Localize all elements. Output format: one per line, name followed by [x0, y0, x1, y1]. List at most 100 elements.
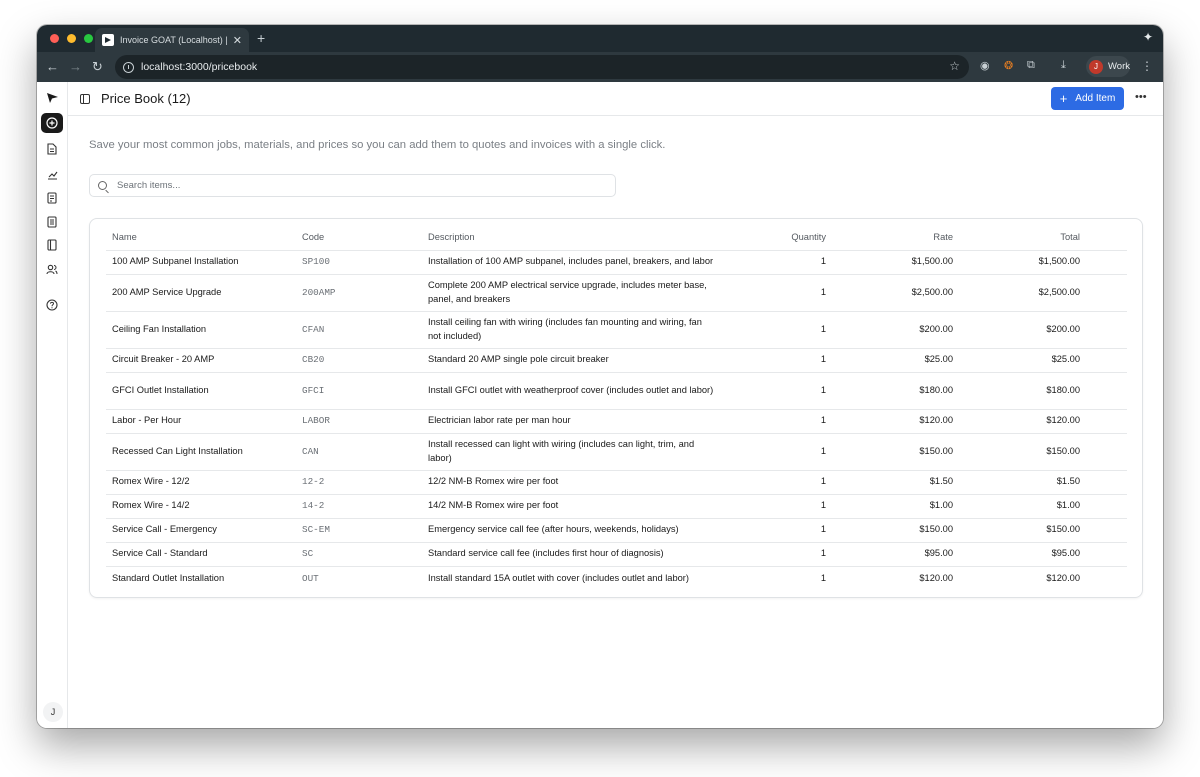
extensions-puzzle-icon[interactable]: ⧉ [1027, 59, 1035, 72]
cell-quantity: 1 [820, 572, 826, 583]
cell-description: Complete 200 AMP electrical service upgr… [422, 274, 722, 312]
cell-name: GFCI Outlet Installation [106, 372, 296, 410]
cell-quantity: 1 [722, 494, 832, 519]
page-title: Price Book (12) [101, 91, 191, 106]
cell-description: Standard service call fee (includes firs… [422, 542, 722, 567]
search-box[interactable] [89, 174, 616, 197]
site-info-icon[interactable] [123, 61, 134, 73]
cell-code: CFAN [296, 311, 422, 349]
add-item-label: Add Item [1075, 93, 1116, 104]
table-row[interactable]: Ceiling Fan Installation CFAN Install ce… [106, 311, 1127, 349]
cell-code: CB20 [296, 348, 422, 373]
new-tab-icon[interactable]: + [257, 30, 265, 46]
header-total[interactable]: Total [959, 225, 1086, 251]
app-favicon-icon [102, 34, 114, 46]
table-row[interactable]: 200 AMP Service Upgrade 200AMP Complete … [106, 274, 1127, 312]
cell-name: Circuit Breaker - 20 AMP [106, 348, 296, 373]
cell-total: $150.00 [959, 433, 1086, 471]
app-logo-icon[interactable] [41, 88, 63, 108]
download-icon[interactable]: ⤓ [1061, 59, 1066, 72]
address-bar[interactable]: localhost:3000/pricebook ☆ [115, 55, 969, 79]
cell-rate: $180.00 [832, 372, 959, 410]
tab-title: Invoice GOAT (Localhost) | W [120, 35, 228, 45]
browser-menu-icon[interactable]: ⋮ [1141, 59, 1153, 73]
close-window-button[interactable] [50, 34, 59, 43]
profile-avatar: J [1089, 59, 1103, 74]
plus-icon: + [1059, 91, 1068, 106]
table-row[interactable]: Labor - Per Hour LABOR Electrician labor… [106, 409, 1127, 434]
invoice-icon[interactable] [41, 188, 63, 208]
user-avatar[interactable]: J [43, 702, 63, 722]
table-row[interactable]: Service Call - Emergency SC-EM Emergency… [106, 518, 1127, 543]
table-row[interactable]: Service Call - Standard SC Standard serv… [106, 542, 1127, 567]
sidebar-toggle-icon[interactable] [80, 94, 90, 104]
cell-description: Emergency service call fee (after hours,… [422, 518, 722, 543]
cell-name: Romex Wire - 14/2 [106, 494, 296, 519]
cell-quantity: 1 [722, 311, 832, 349]
intro-text: Save your most common jobs, materials, a… [89, 139, 666, 151]
bookmark-star-icon[interactable]: ☆ [949, 59, 960, 73]
table-header-row: Name Code Description Quantity Rate Tota… [106, 225, 1127, 251]
profile-chip[interactable]: J Work [1086, 56, 1130, 77]
maximize-window-button[interactable] [84, 34, 93, 43]
browser-window: Invoice GOAT (Localhost) | W ✕ + ✦ ← → ↻… [37, 25, 1163, 728]
header-code[interactable]: Code [296, 225, 422, 251]
document-icon[interactable] [41, 139, 63, 159]
cookie-extension-icon[interactable]: ❂ [1004, 59, 1013, 72]
url-text: localhost:3000/pricebook [141, 61, 258, 73]
cell-code: OUT [302, 572, 319, 584]
cell-name: Service Call - Emergency [106, 518, 296, 543]
book-icon[interactable] [41, 235, 63, 255]
cell-total: $150.00 [959, 518, 1086, 543]
users-icon[interactable] [41, 259, 63, 279]
new-icon[interactable] [41, 113, 63, 133]
cell-actions [1086, 518, 1127, 543]
cell-actions [1086, 311, 1127, 349]
cell-total: $1.00 [959, 494, 1086, 519]
table-row[interactable]: Circuit Breaker - 20 AMP CB20 Standard 2… [106, 348, 1127, 373]
help-icon[interactable] [41, 295, 63, 315]
cell-name: Recessed Can Light Installation [106, 433, 296, 471]
cell-rate: $2,500.00 [832, 274, 959, 312]
forward-arrow-icon[interactable]: → [69, 59, 82, 75]
cell-actions [1086, 470, 1127, 495]
chart-icon[interactable] [41, 164, 63, 184]
cell-rate: $120.00 [919, 572, 953, 583]
table-row[interactable]: 100 AMP Subpanel Installation SP100 Inst… [106, 250, 1127, 275]
cell-code: LABOR [296, 409, 422, 434]
cell-actions [1086, 250, 1127, 275]
header-description[interactable]: Description [422, 225, 722, 251]
browser-tab[interactable]: Invoice GOAT (Localhost) | W ✕ [95, 28, 249, 52]
cell-name: 200 AMP Service Upgrade [106, 274, 296, 312]
add-item-button[interactable]: + Add Item [1051, 87, 1124, 110]
reload-icon[interactable]: ↻ [92, 59, 103, 75]
cell-code: SC-EM [296, 518, 422, 543]
table-row[interactable]: Standard Outlet Installation OUT Install… [106, 566, 1127, 590]
table-row[interactable]: Romex Wire - 12/2 12-2 12/2 NM-B Romex w… [106, 470, 1127, 495]
table-row[interactable]: GFCI Outlet Installation GFCI Install GF… [106, 372, 1127, 410]
back-arrow-icon[interactable]: ← [46, 59, 59, 75]
app-root: J Price Book (12) + Add Item ••• Save yo… [37, 82, 1163, 728]
cell-quantity: 1 [722, 274, 832, 312]
tab-close-icon[interactable]: ✕ [233, 34, 242, 47]
cell-quantity: 1 [722, 542, 832, 567]
search-input[interactable] [117, 180, 597, 191]
cell-total: $1,500.00 [959, 250, 1086, 275]
cell-total: $120.00 [1046, 572, 1080, 583]
items-table-card: Name Code Description Quantity Rate Tota… [89, 218, 1143, 598]
header-name[interactable]: Name [106, 225, 296, 251]
gemini-sparkle-icon[interactable]: ✦ [1143, 30, 1153, 44]
cell-code: 14-2 [296, 494, 422, 519]
header-rate[interactable]: Rate [832, 225, 959, 251]
cell-code: 12-2 [296, 470, 422, 495]
cell-quantity: 1 [722, 250, 832, 275]
header-quantity[interactable]: Quantity [722, 225, 832, 251]
cell-quantity: 1 [722, 518, 832, 543]
cell-rate: $200.00 [832, 311, 959, 349]
table-row[interactable]: Romex Wire - 14/2 14-2 14/2 NM-B Romex w… [106, 494, 1127, 519]
incognito-glasses-icon[interactable]: ◉ [980, 59, 990, 72]
more-options-icon[interactable]: ••• [1135, 91, 1147, 103]
table-row[interactable]: Recessed Can Light Installation CAN Inst… [106, 433, 1127, 471]
receipt-icon[interactable] [41, 212, 63, 232]
minimize-window-button[interactable] [67, 34, 76, 43]
